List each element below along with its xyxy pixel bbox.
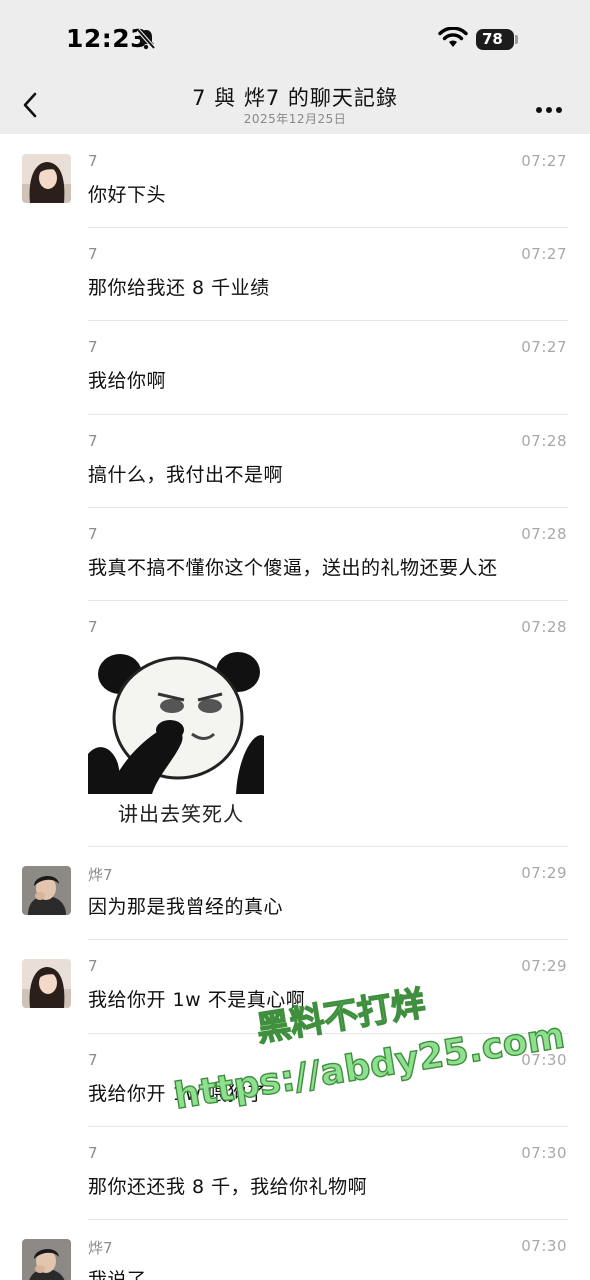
- message-sender: 7: [88, 618, 98, 636]
- divider: [88, 320, 568, 321]
- message-time: 07:30: [521, 1051, 567, 1069]
- message-text: 我给你开 1w 不是真心啊: [88, 989, 306, 1011]
- message-sender: 7: [88, 245, 98, 263]
- message-time: 07:27: [521, 152, 567, 170]
- page-subtitle-date: 2025年12月25日: [243, 112, 347, 126]
- divider: [88, 414, 568, 415]
- divider: [88, 939, 568, 940]
- message-text: 搞什么，我付出不是啊: [88, 464, 284, 486]
- status-bar: 12:23 78: [0, 0, 590, 72]
- battery-nub: [515, 35, 518, 44]
- battery-icon: 78: [476, 29, 514, 50]
- message-text: 那你给我还 8 千业绩: [88, 277, 270, 299]
- sticker-caption: 讲出去笑死人: [118, 802, 244, 826]
- message-sender: 烨7: [88, 866, 113, 884]
- message-sender: 7: [88, 152, 98, 170]
- message-time: 07:27: [521, 338, 567, 356]
- message-text: 我说了: [88, 1269, 147, 1280]
- avatar-female[interactable]: [22, 959, 71, 1008]
- message-text: 我给你开 1w 喂狗了: [88, 1083, 267, 1105]
- message-time: 07:29: [521, 957, 567, 975]
- message-sender: 7: [88, 338, 98, 356]
- nav-bar: 7 與 烨7 的聊天記錄 2025年12月25日: [0, 72, 590, 134]
- more-icon[interactable]: [536, 98, 566, 117]
- divider: [88, 1126, 568, 1127]
- message-sender: 7: [88, 1144, 98, 1162]
- divider: [88, 1219, 568, 1220]
- avatar-male[interactable]: [22, 1239, 71, 1280]
- message-time: 07:28: [521, 432, 567, 450]
- bell-slash-icon: [136, 28, 156, 50]
- message-time: 07:28: [521, 618, 567, 636]
- message-text: 我给你啊: [88, 370, 167, 392]
- message-sender: 7: [88, 525, 98, 543]
- message-sender: 7: [88, 1051, 98, 1069]
- divider: [88, 600, 568, 601]
- wifi-icon: [438, 27, 468, 47]
- message-time: 07:28: [521, 525, 567, 543]
- divider: [88, 227, 568, 228]
- message-text: 因为那是我曾经的真心: [88, 896, 284, 918]
- panda-sticker[interactable]: [88, 646, 264, 794]
- divider: [88, 507, 568, 508]
- message-sender: 7: [88, 957, 98, 975]
- message-time: 07:30: [521, 1144, 567, 1162]
- message-time: 07:29: [521, 864, 567, 882]
- chat-history-list[interactable]: 7 07:27 你好下头 7 07:27 那你给我还 8 千业绩 7 07:27…: [0, 134, 590, 1280]
- divider: [88, 1033, 568, 1034]
- avatar-female[interactable]: [22, 154, 71, 203]
- message-sender: 烨7: [88, 1239, 113, 1257]
- divider: [88, 846, 568, 847]
- message-text: 我真不搞不懂你这个傻逼，送出的礼物还要人还: [88, 557, 498, 579]
- avatar-male[interactable]: [22, 866, 71, 915]
- message-time: 07:30: [521, 1237, 567, 1255]
- page-title: 7 與 烨7 的聊天記錄: [192, 86, 398, 110]
- message-time: 07:27: [521, 245, 567, 263]
- message-sender: 7: [88, 432, 98, 450]
- message-text: 你好下头: [88, 184, 167, 206]
- message-text: 那你还还我 8 千，我给你礼物啊: [88, 1176, 368, 1198]
